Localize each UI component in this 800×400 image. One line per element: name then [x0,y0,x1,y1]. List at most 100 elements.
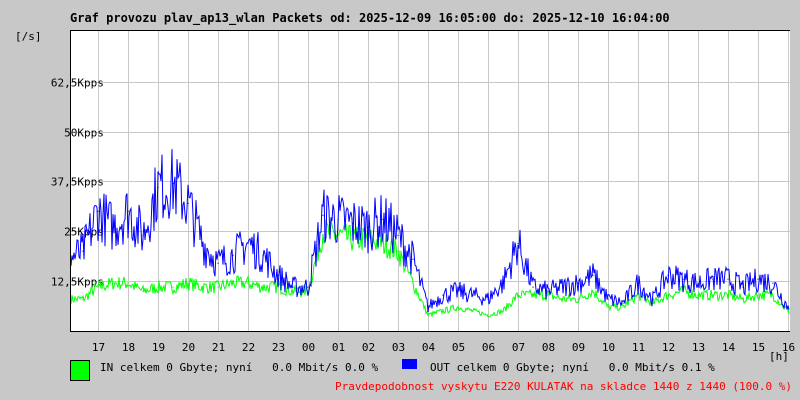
data-point-out [322,214,324,216]
data-point-in [547,294,549,296]
data-point-in [592,290,594,292]
data-point-in [562,298,564,300]
x-tick-label: 17 [92,341,105,354]
out-legend-text: OUT celkem 0 Gbyte; nyní 0.0 Mbit/s 0.1 … [430,361,715,374]
x-tick-label: 22 [242,341,255,354]
data-point-out [547,290,549,292]
y-tick-label: 62,5K [51,77,84,90]
data-point-in [532,294,534,296]
data-point-in [577,298,579,300]
data-point-out [697,282,699,284]
x-tick-label: 04 [422,341,436,354]
plot: 17 18 19 20 21 22 23 00 01 02 03 04 05 06 07 08 09 10 11 12… [51,30,795,354]
data-point-out [667,274,669,276]
data-point-in [217,286,219,288]
data-point-out [652,298,654,300]
x-tick-label: 20 [182,341,195,354]
x-tick-label: 12 [662,341,675,354]
data-point-out [367,226,369,228]
footer-note: Pravdepodobnost vyskytu E220 KULATAK na … [335,380,792,393]
x-tick-label: 18 [122,341,135,354]
data-point-out [187,202,189,205]
data-point-in [112,282,114,284]
data-point-out [97,210,99,212]
data-point-in [412,282,414,284]
data-point-in [157,286,159,288]
data-point-out [712,278,714,280]
x-tick-label: 13 [692,341,705,354]
y-tick-unit: pps [84,77,104,90]
data-point-out [532,286,534,288]
data-point-out [592,274,594,276]
y-axis-unit: [/s] [15,30,42,43]
data-point-out [607,298,609,300]
data-point-out [517,242,519,244]
data-point-in [622,306,624,308]
data-point-out [142,234,144,236]
data-point-out [337,218,339,220]
data-point-out [637,282,639,284]
in-legend-swatch [70,360,90,381]
x-tick-label: 06 [482,341,495,354]
data-point-out [472,294,474,296]
data-point-in [742,298,744,300]
x-tick-label: 05 [452,341,465,354]
data-point-in [712,294,714,296]
data-point-out [772,282,774,284]
data-point-out [622,302,624,304]
data-point-out [757,278,759,280]
data-point-out [442,294,444,296]
data-point-in [502,310,504,312]
data-point-in [487,314,489,316]
x-axis-unit: [h] [769,350,789,363]
data-point-in [727,294,729,296]
data-point-out [262,254,264,256]
traffic-graph: Graf provozu plav_ap13_wlan Packets od: … [0,0,800,400]
data-point-in [442,310,444,312]
data-point-out [112,226,114,228]
data-point-out [787,306,789,308]
data-point-in [142,290,144,292]
data-point-in [127,282,129,284]
data-point-in [427,314,429,316]
data-point-in [472,310,474,312]
x-tick-label: 10 [602,341,615,354]
data-point-in [382,242,384,244]
data-point-in [517,294,519,296]
y-tick-label: 12,5K [51,276,84,289]
y-tick-unit: pps [84,127,104,140]
data-point-out [217,262,219,264]
data-point-out [502,282,504,284]
x-tick-label: 08 [542,341,555,354]
data-point-in [787,310,789,312]
x-tick-label: 21 [212,341,225,354]
data-point-in [397,250,399,252]
data-point-in [607,306,609,308]
data-point-in [292,290,294,292]
data-point-out [232,254,234,256]
data-point-in [97,286,99,288]
data-point-out [292,286,294,288]
data-point-out [682,278,684,280]
out-legend-swatch [402,359,417,369]
y-tick-label: 50K [64,127,84,140]
data-point-out [457,290,459,292]
data-point-in [82,298,84,300]
data-point-in [202,286,204,288]
x-tick-label: 01 [332,341,345,354]
data-point-in [187,282,189,284]
x-tick-label: 03 [392,341,405,354]
data-point-out [427,306,429,308]
data-point-in [637,294,639,296]
data-point-out [247,242,249,244]
data-point-out [307,286,309,288]
x-tick-label: 14 [722,341,736,354]
data-point-in [322,230,324,232]
data-point-out [487,298,489,300]
data-point-out [397,234,399,236]
y-tick-label: 37,5K [51,176,84,189]
x-tick-label: 09 [572,341,585,354]
x-tick-label: 07 [512,341,525,354]
data-point-in [232,282,234,284]
data-point-out [172,182,174,185]
